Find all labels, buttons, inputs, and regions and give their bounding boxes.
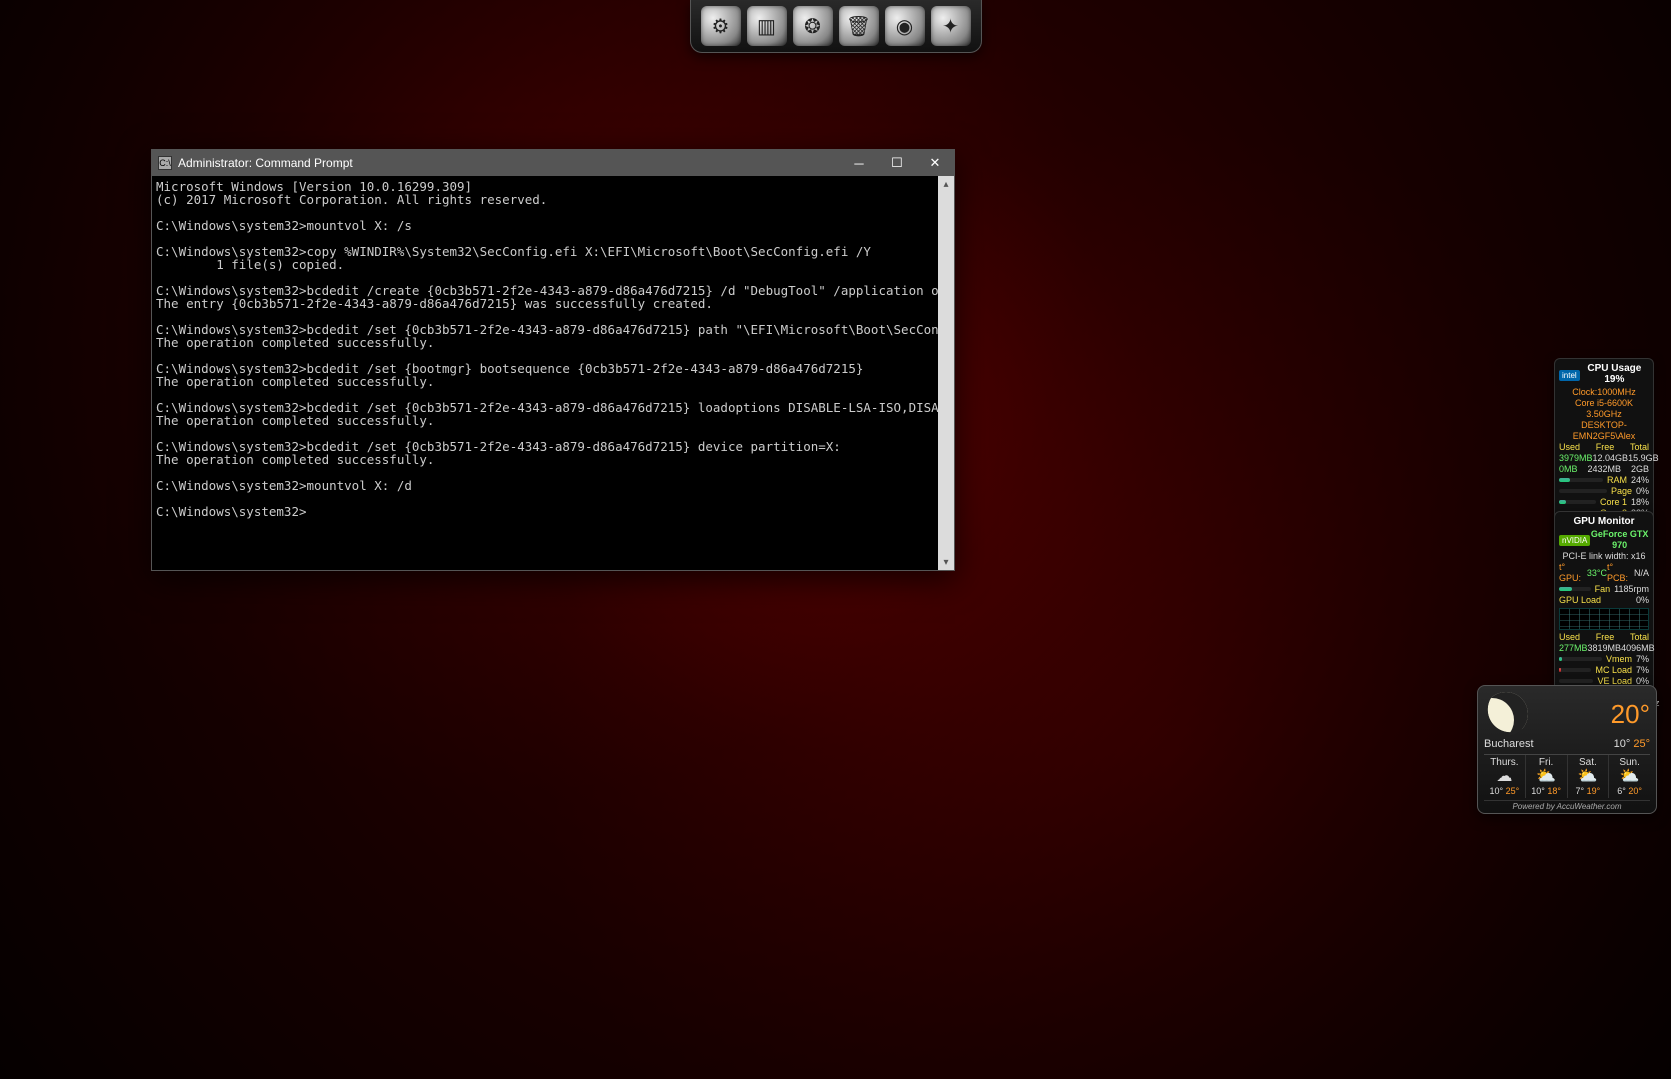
forecast-lo: 6°	[1617, 786, 1626, 796]
mcload-label: MC Load	[1595, 665, 1632, 676]
pcb-temp-val: N/A	[1634, 568, 1649, 579]
weather-hi: 25°	[1633, 738, 1650, 750]
scroll-down-icon[interactable]: ▾	[938, 554, 954, 570]
weather-condition-icon: ☁	[1484, 768, 1525, 786]
cmd-output[interactable]: Microsoft Windows [Version 10.0.16299.30…	[152, 176, 954, 570]
gpu-hdr-total: Total	[1630, 632, 1649, 643]
mem-free: 12.04GB	[1593, 453, 1629, 464]
core-pct: 18%	[1631, 497, 1649, 508]
forecast-day-name: Thurs.	[1484, 757, 1525, 768]
maximize-button[interactable]: ☐	[878, 150, 916, 176]
forecast-lo: 7°	[1576, 786, 1585, 796]
vmem-label: Vmem	[1606, 654, 1632, 665]
hdr-total: Total	[1630, 442, 1649, 453]
recycle-bin-icon[interactable]: 🗑	[839, 6, 879, 46]
cmd-title: Administrator: Command Prompt	[178, 156, 840, 170]
settings-icon[interactable]: ⚙	[701, 6, 741, 46]
cmd-scrollbar[interactable]: ▴ ▾	[938, 176, 954, 570]
forecast-lo: 10°	[1531, 786, 1545, 796]
forecast-hi: 20°	[1628, 786, 1642, 796]
weather-city: Bucharest	[1484, 738, 1534, 750]
cpu-title: CPU Usage 19%	[1580, 363, 1649, 385]
gpu-temp-label: t° GPU:	[1559, 562, 1587, 584]
command-prompt-window: C:\ Administrator: Command Prompt ─ ☐ ✕ …	[151, 149, 955, 571]
page-label: Page	[1611, 486, 1632, 497]
swap-used: 0MB	[1559, 464, 1578, 475]
forecast-day-name: Sun.	[1609, 757, 1650, 768]
scroll-up-icon[interactable]: ▴	[938, 176, 954, 192]
gpu-graph	[1559, 608, 1649, 630]
gpu-monitor-gadget[interactable]: GPU Monitor nVIDIA GeForce GTX 970 PCI-E…	[1554, 511, 1654, 714]
forecast-day: Sat.⛅7° 19°	[1568, 755, 1610, 798]
forecast-hi: 18°	[1547, 786, 1561, 796]
weather-gadget[interactable]: 20° Bucharest 10° 25° Thurs.☁10° 25°Fri.…	[1477, 685, 1657, 814]
stacks-icon[interactable]: ▥	[747, 6, 787, 46]
forecast-day: Thurs.☁10° 25°	[1484, 755, 1526, 798]
core-label: Core 1	[1600, 497, 1627, 508]
ram-pct: 24%	[1631, 475, 1649, 486]
gpuload-label: GPU Load	[1559, 595, 1601, 606]
cmd-icon: C:\	[158, 156, 172, 170]
gpu-hdr-used: Used	[1559, 632, 1580, 643]
forecast-day-name: Fri.	[1526, 757, 1567, 768]
fan-label: Fan	[1595, 584, 1611, 595]
hdr-free: Free	[1596, 442, 1615, 453]
mem-total: 15.9GB	[1628, 453, 1659, 464]
gpu-mem-total: 4096MB	[1621, 643, 1655, 654]
nvidia-badge-icon: nVIDIA	[1559, 535, 1590, 546]
gpu-model: GeForce GTX 970	[1590, 529, 1649, 551]
minimize-button[interactable]: ─	[840, 150, 878, 176]
gpu-hdr-free: Free	[1596, 632, 1615, 643]
fan-val: 1185rpm	[1614, 584, 1649, 595]
spiral-icon[interactable]: ❂	[793, 6, 833, 46]
gpu-title: GPU Monitor	[1559, 516, 1649, 527]
hdr-used: Used	[1559, 442, 1580, 453]
forecast-day-name: Sat.	[1568, 757, 1609, 768]
vmem-val: 7%	[1636, 654, 1649, 665]
mcload-val: 7%	[1636, 665, 1649, 676]
cpu-host: DESKTOP-EMN2GF5\Alex	[1559, 420, 1649, 442]
gpu-temp-val: 33°C	[1587, 568, 1607, 579]
swap-total: 2GB	[1631, 464, 1649, 475]
weather-footer: Powered by AccuWeather.com	[1484, 800, 1650, 811]
page-pct: 0%	[1636, 486, 1649, 497]
disc-icon[interactable]: ◉	[885, 6, 925, 46]
weather-condition-icon: ⛅	[1609, 768, 1650, 786]
gpu-mem-used: 277MB	[1559, 643, 1588, 654]
forecast-hi: 25°	[1506, 786, 1520, 796]
top-dock: ⚙▥❂🗑◉✦	[690, 0, 982, 53]
weather-temp: 20°	[1611, 699, 1650, 730]
pcb-temp-label: t° PCB:	[1607, 562, 1634, 584]
forecast-day: Sun.⛅6° 20°	[1609, 755, 1650, 798]
weather-condition-icon: ⛅	[1526, 768, 1567, 786]
forecast-lo: 10°	[1489, 786, 1503, 796]
swap-free: 2432MB	[1587, 464, 1621, 475]
mem-used: 3979MB	[1559, 453, 1593, 464]
moon-icon	[1484, 692, 1528, 736]
weather-condition-icon: ⛅	[1568, 768, 1609, 786]
close-button[interactable]: ✕	[916, 150, 954, 176]
forecast-hi: 19°	[1587, 786, 1601, 796]
cmd-titlebar[interactable]: C:\ Administrator: Command Prompt ─ ☐ ✕	[152, 150, 954, 176]
cpu-model: Core i5-6600K 3.50GHz	[1559, 398, 1649, 420]
ram-label: RAM	[1607, 475, 1627, 486]
gpu-mem-free: 3819MB	[1588, 643, 1622, 654]
forecast-day: Fri.⛅10° 18°	[1526, 755, 1568, 798]
tools-icon[interactable]: ✦	[931, 6, 971, 46]
weather-lo: 10°	[1614, 738, 1631, 750]
cpu-clock: Clock:1000MHz	[1559, 387, 1649, 398]
intel-badge-icon: intel	[1559, 370, 1580, 381]
gpu-pcie: PCI-E link width: x16	[1559, 551, 1649, 562]
gpuload-val: 0%	[1636, 595, 1649, 606]
